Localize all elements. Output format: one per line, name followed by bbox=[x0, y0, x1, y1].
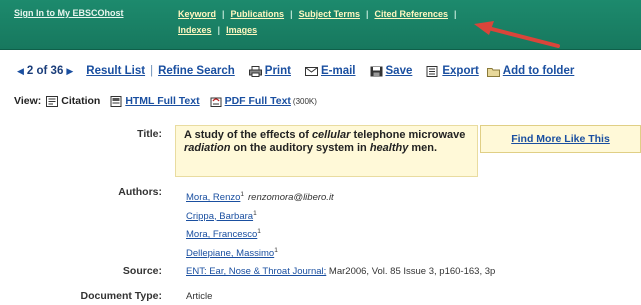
prev-record-icon[interactable]: ◀ bbox=[17, 66, 24, 77]
email-button[interactable]: E-mail bbox=[304, 65, 356, 77]
view-label: View: bbox=[14, 95, 42, 107]
email-icon bbox=[304, 66, 318, 76]
pdf-full-text-link: PDF Full Text bbox=[224, 95, 291, 107]
citation-icon bbox=[46, 95, 59, 107]
authors-list: Mora, Renzo1 renzomora@libero.it Crippa, … bbox=[186, 187, 334, 262]
author-affiliation: 1 bbox=[274, 246, 278, 254]
citation-label: Citation bbox=[61, 95, 101, 107]
author-affiliation: 1 bbox=[253, 209, 257, 217]
author-item: Crippa, Barbara1 bbox=[186, 206, 334, 225]
authors-label: Authors: bbox=[118, 186, 162, 198]
tab-indexes[interactable]: Indexes bbox=[178, 25, 212, 35]
result-list-link[interactable]: Result List bbox=[86, 65, 145, 77]
html-full-text-link: HTML Full Text bbox=[125, 95, 200, 107]
record-pager: ◀ 2 of 36 ▶ bbox=[14, 65, 76, 77]
title-text-part: A study of the effects of bbox=[184, 129, 312, 141]
refine-search-link[interactable]: Refine Search bbox=[158, 65, 235, 77]
title-highlight: cellular bbox=[311, 129, 351, 141]
document-type-label: Document Type: bbox=[80, 290, 162, 302]
title-highlight: radiation bbox=[184, 142, 231, 154]
nav-separator: | bbox=[290, 9, 293, 19]
document-type-value: Article bbox=[186, 291, 213, 302]
find-more-label: Find More Like This bbox=[511, 133, 610, 145]
source-label: Source: bbox=[122, 265, 162, 277]
add-to-folder-button[interactable]: Add to folder bbox=[486, 65, 575, 77]
author-affiliation: 1 bbox=[240, 191, 245, 198]
save-button[interactable]: Save bbox=[370, 65, 413, 77]
tab-keyword[interactable]: Keyword bbox=[178, 9, 216, 19]
title-label: Title: bbox=[137, 128, 162, 140]
print-label: Print bbox=[264, 65, 291, 77]
author-item: Mora, Francesco1 bbox=[186, 224, 334, 243]
record-toolbar: ◀ 2 of 36 ▶ Result List | Refine Search … bbox=[14, 65, 574, 77]
nav-separator: | bbox=[222, 9, 225, 19]
search-tabs-row: Keyword | Publications | Subject Terms | Cited… bbox=[178, 9, 463, 19]
tab-subject-terms[interactable]: Subject Terms bbox=[299, 9, 360, 19]
email-label: E-mail bbox=[320, 65, 356, 77]
pdf-icon bbox=[210, 97, 222, 107]
nav-separator: | bbox=[454, 9, 457, 19]
author-link[interactable]: Dellepiane, Massimo bbox=[186, 248, 274, 259]
nav-separator: | bbox=[365, 9, 369, 19]
view-citation: Citation bbox=[46, 95, 100, 107]
tab-images[interactable]: Images bbox=[226, 25, 257, 35]
title-text-part: telephone microwave bbox=[350, 129, 466, 141]
next-record-icon[interactable]: ▶ bbox=[66, 66, 73, 77]
export-button[interactable]: Export bbox=[426, 65, 479, 77]
find-more-like-this-button[interactable]: Find More Like This bbox=[480, 125, 641, 153]
print-button[interactable]: Print bbox=[248, 65, 291, 77]
toolbar-separator: | bbox=[150, 65, 154, 77]
author-link[interactable]: Mora, Francesco bbox=[186, 229, 257, 240]
pdf-size: (300K) bbox=[292, 96, 317, 106]
folder-icon bbox=[486, 67, 500, 77]
view-html-full-text[interactable]: HTML Full Text bbox=[110, 95, 200, 107]
title-text-part: on the auditory system in bbox=[230, 142, 370, 154]
pager-label: 2 of 36 bbox=[26, 65, 64, 77]
author-item: Mora, Renzo1 renzomora@libero.it bbox=[186, 187, 334, 206]
source-journal-link[interactable]: ENT: Ear, Nose & Throat Journal; bbox=[186, 266, 326, 277]
export-icon bbox=[426, 65, 438, 77]
sign-in-link[interactable]: Sign In to My EBSCOhost bbox=[14, 8, 124, 18]
author-email: renzomora@libero.it bbox=[248, 192, 334, 204]
view-format-row: View: Citation HTML Full Text PDF Full T… bbox=[14, 95, 327, 107]
author-link[interactable]: Mora, Renzo bbox=[186, 192, 240, 203]
author-link[interactable]: Crippa, Barbara bbox=[186, 211, 253, 222]
html-document-icon bbox=[110, 95, 122, 107]
author-item: Dellepiane, Massimo1 bbox=[186, 243, 334, 262]
annotation-arrow-icon bbox=[474, 21, 560, 48]
tab-cited-references[interactable]: Cited References bbox=[374, 9, 448, 19]
view-pdf-full-text[interactable]: PDF Full Text (300K) bbox=[210, 95, 317, 107]
author-affiliation: 1 bbox=[257, 228, 261, 236]
printer-icon bbox=[248, 65, 262, 77]
search-tabs-row-2: Indexes | Images bbox=[178, 25, 257, 35]
add-to-folder-label: Add to folder bbox=[502, 65, 575, 77]
save-label: Save bbox=[385, 65, 413, 77]
nav-separator: | bbox=[217, 25, 221, 35]
record-title: A study of the effects of cellular telep… bbox=[175, 125, 478, 177]
export-label: Export bbox=[442, 65, 479, 77]
save-disk-icon bbox=[370, 66, 382, 76]
source-details: Mar2006, Vol. 85 Issue 3, p160-163, 3p bbox=[326, 266, 496, 277]
title-text-part: men. bbox=[408, 142, 438, 154]
tab-publications[interactable]: Publications bbox=[231, 9, 285, 19]
record-source: ENT: Ear, Nose & Throat Journal; Mar2006… bbox=[186, 266, 495, 277]
title-highlight: healthy bbox=[369, 142, 409, 154]
